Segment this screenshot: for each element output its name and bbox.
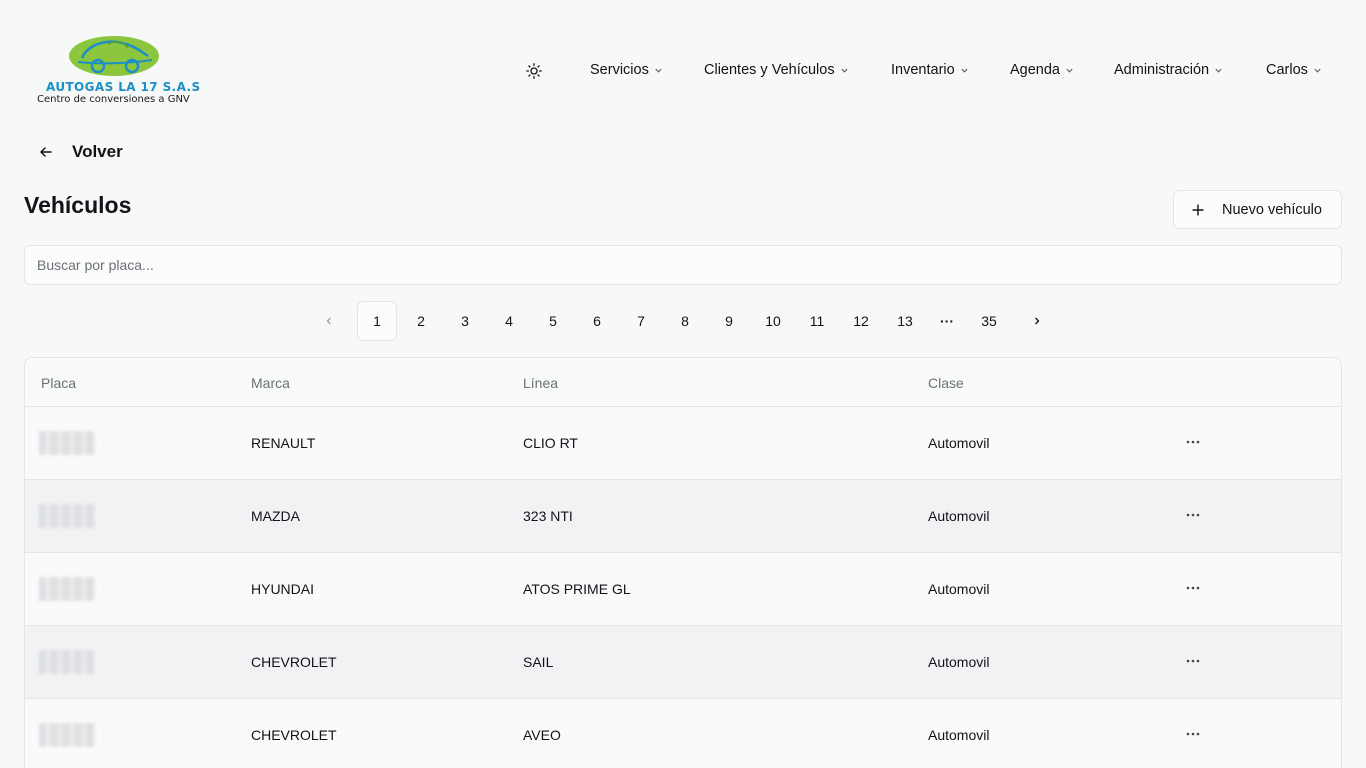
page-button-12[interactable]: 12 [841,301,881,341]
nav-servicios[interactable]: Servicios [590,62,663,78]
page-button-1[interactable]: 1 [357,301,397,341]
page-button-2[interactable]: 2 [401,301,441,341]
cell-marca: RENAULT [251,435,316,451]
nav-clientes-vehiculos[interactable]: Clientes y Vehículos [704,62,849,78]
row-actions-button[interactable] [1185,651,1201,671]
prev-page-button[interactable] [309,301,349,341]
redacted-plate [39,723,95,747]
cell-clase: Automovil [928,581,990,597]
nav-label: Administración [1114,62,1210,78]
cell-marca: CHEVROLET [251,727,337,743]
nav-label: Inventario [891,62,955,78]
chevron-down-icon [655,68,662,73]
table-row[interactable]: HYUNDAI ATOS PRIME GL Automovil [25,553,1341,626]
page-button-8[interactable]: 8 [665,301,705,341]
cell-linea: SAIL [523,654,554,670]
page-button-10[interactable]: 10 [753,301,793,341]
cell-marca: HYUNDAI [251,581,315,597]
cell-linea: 323 NTI [523,508,573,524]
column-header-placa: Placa [41,375,77,391]
page-button-13[interactable]: 13 [885,301,925,341]
redacted-plate [39,577,95,601]
vehicles-table: Placa Marca Línea Clase RENAULT CLIO RT … [24,357,1342,768]
chevron-down-icon [1314,68,1321,73]
nav-inventario[interactable]: Inventario [891,62,969,78]
page-button-9[interactable]: 9 [709,301,749,341]
row-actions-button[interactable] [1185,505,1201,525]
arrow-left-icon [40,147,52,157]
column-header-marca: Marca [251,375,290,391]
column-header-linea: Línea [523,375,559,391]
page-button-5[interactable]: 5 [533,301,573,341]
column-header-clase: Clase [928,375,964,391]
cell-clase: Automovil [928,727,990,743]
nav-label: Agenda [1010,62,1060,78]
more-horizontal-icon [1186,440,1200,444]
page-button-3[interactable]: 3 [445,301,485,341]
page-button-4[interactable]: 4 [489,301,529,341]
nav-administracion[interactable]: Administración [1114,62,1223,78]
redacted-plate [39,431,95,455]
chevron-down-icon [1066,68,1073,73]
brand-tagline: Centro de conversiones a GNV [37,94,190,105]
row-actions-button[interactable] [1185,578,1201,598]
chevron-down-icon [961,68,968,73]
more-horizontal-icon [1186,513,1200,517]
chevron-right-icon [1035,317,1040,325]
more-horizontal-icon [1186,586,1200,590]
plus-icon [1192,204,1204,215]
nav-agenda[interactable]: Agenda [1010,62,1074,78]
page-button-7[interactable]: 7 [621,301,661,341]
page-button-last[interactable]: 35 [969,301,1009,341]
nav-user-menu[interactable]: Carlos [1266,62,1322,78]
more-horizontal-icon [1186,659,1200,663]
page-button-11[interactable]: 11 [797,301,837,341]
theme-toggle-button[interactable] [524,61,544,81]
redacted-plate [39,504,95,528]
sun-icon [526,63,542,79]
table-row[interactable]: MAZDA 323 NTI Automovil [25,480,1341,553]
more-horizontal-icon [1186,732,1200,736]
car-leaf-logo-icon [69,36,159,76]
cell-clase: Automovil [928,508,990,524]
app-header: AUTOGAS LA 17 S.A.S Centro de conversion… [0,0,1366,120]
back-button[interactable]: Volver [38,142,123,162]
nav-label: Clientes y Vehículos [704,62,835,78]
brand-logo[interactable]: AUTOGAS LA 17 S.A.S Centro de conversion… [34,34,204,110]
back-label: Volver [72,142,123,161]
table-header: Placa Marca Línea Clase [25,358,1341,407]
new-vehicle-button[interactable]: Nuevo vehículo [1173,190,1342,229]
pagination: 1 2 3 4 5 6 7 8 9 10 11 12 13 ··· 35 [0,301,1366,341]
pagination-ellipsis: ··· [940,313,954,329]
redacted-plate [39,650,95,674]
row-actions-button[interactable] [1185,724,1201,744]
table-row[interactable]: CHEVROLET SAIL Automovil [25,626,1341,699]
nav-label: Carlos [1266,62,1308,78]
cell-marca: CHEVROLET [251,654,337,670]
cell-clase: Automovil [928,435,990,451]
page-button-6[interactable]: 6 [577,301,617,341]
table-row[interactable]: CHEVROLET AVEO Automovil [25,699,1341,768]
plate-search-input[interactable] [24,245,1342,285]
chevron-down-icon [840,68,848,73]
nav-label: Servicios [590,62,649,78]
next-page-button[interactable] [1017,301,1057,341]
cell-linea: AVEO [523,727,561,743]
cell-linea: ATOS PRIME GL [523,581,631,597]
row-actions-button[interactable] [1185,432,1201,452]
chevron-left-icon [326,317,331,325]
brand-name: AUTOGAS LA 17 S.A.S [46,80,201,94]
new-vehicle-label: Nuevo vehículo [1222,201,1322,218]
cell-linea: CLIO RT [523,435,578,451]
cell-clase: Automovil [928,654,990,670]
page-title: Vehículos [24,192,132,218]
cell-marca: MAZDA [251,508,300,524]
chevron-down-icon [1215,68,1222,73]
table-row[interactable]: RENAULT CLIO RT Automovil [25,407,1341,480]
